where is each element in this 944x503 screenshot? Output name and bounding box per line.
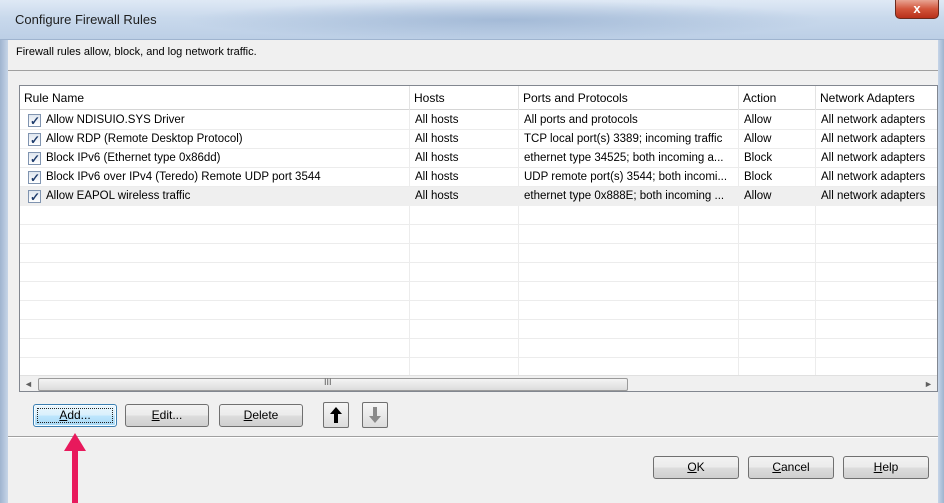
ok-button-accelerator: O (687, 460, 697, 474)
table-row[interactable]: Allow NDISUIO.SYS Driver All hosts All p… (20, 111, 937, 131)
rule-action: Block (744, 171, 773, 183)
close-button[interactable]: x (895, 0, 939, 19)
arrow-up-icon (329, 407, 343, 427)
row-divider (20, 281, 937, 282)
delete-button[interactable]: Delete (219, 404, 303, 427)
separator (8, 70, 938, 71)
rule-name: Allow NDISUIO.SYS Driver (46, 114, 185, 126)
rule-action: Allow (744, 114, 772, 126)
title-bar-glow (180, 0, 830, 40)
table-row[interactable]: Block IPv6 (Ethernet type 0x86dd) All ho… (20, 149, 937, 169)
scrollbar-grip: III (324, 377, 332, 387)
rules-grid[interactable]: Rule Name Hosts Ports and Protocols Acti… (19, 85, 938, 392)
rule-hosts: All hosts (415, 114, 459, 126)
arrow-down-icon (368, 407, 382, 427)
rule-name: Block IPv6 (Ethernet type 0x86dd) (46, 152, 221, 164)
add-button[interactable]: Add... (33, 404, 117, 427)
edit-button[interactable]: Edit... (125, 404, 209, 427)
help-button-label: elp (882, 460, 899, 474)
rule-action: Block (744, 152, 773, 164)
help-button[interactable]: Help (843, 456, 929, 479)
delete-button-accelerator: D (243, 408, 253, 422)
table-row[interactable]: Block IPv6 over IPv4 (Teredo) Remote UDP… (20, 168, 937, 188)
column-header-network-adapters[interactable]: Network Adapters (816, 86, 937, 110)
move-down-button[interactable] (362, 402, 388, 428)
window-frame-left (0, 40, 8, 503)
rule-adapters: All network adapters (821, 114, 926, 126)
move-up-button[interactable] (323, 402, 349, 428)
rule-adapters: All network adapters (821, 190, 926, 202)
scrollbar-thumb[interactable]: III (38, 377, 628, 391)
rule-ports: ethernet type 34525; both incoming a... (524, 152, 724, 164)
horizontal-scrollbar[interactable]: ◄ III ► (20, 375, 937, 391)
rule-adapters: All network adapters (821, 152, 926, 164)
cancel-button[interactable]: Cancel (748, 456, 834, 479)
column-header-hosts[interactable]: Hosts (410, 86, 519, 110)
rule-ports: UDP remote port(s) 3544; both incomi... (524, 171, 728, 183)
rule-enabled-checkbox[interactable] (28, 131, 41, 150)
annotation-arrow-icon (60, 433, 90, 503)
grid-header: Rule Name Hosts Ports and Protocols Acti… (20, 86, 937, 110)
rule-name: Block IPv6 over IPv4 (Teredo) Remote UDP… (46, 171, 321, 183)
focus-rectangle (37, 408, 113, 423)
title-bar[interactable]: Configure Firewall Rules x (0, 0, 944, 40)
rule-hosts: All hosts (415, 152, 459, 164)
column-header-ports[interactable]: Ports and Protocols (519, 86, 739, 110)
edit-button-label: dit... (159, 408, 183, 422)
scroll-left-icon[interactable]: ◄ (20, 376, 37, 391)
row-divider (20, 300, 937, 301)
column-header-rule-name[interactable]: Rule Name (20, 86, 410, 110)
delete-button-label: elete (252, 408, 279, 422)
row-divider (20, 243, 937, 244)
rule-hosts: All hosts (415, 190, 459, 202)
rule-action: Allow (744, 190, 772, 202)
rule-name: Allow EAPOL wireless traffic (46, 190, 191, 202)
row-divider (20, 262, 937, 263)
dialog-description: Firewall rules allow, block, and log net… (16, 46, 257, 58)
rule-ports: All ports and protocols (524, 114, 638, 126)
rule-ports: TCP local port(s) 3389; incoming traffic (524, 133, 723, 145)
ok-button-label: K (696, 460, 705, 474)
rule-enabled-checkbox[interactable] (28, 188, 41, 207)
rule-hosts: All hosts (415, 171, 459, 183)
rule-ports: ethernet type 0x888E; both incoming ... (524, 190, 725, 202)
table-row-selected[interactable]: Allow EAPOL wireless traffic All hosts e… (20, 187, 937, 207)
configure-firewall-rules-dialog: Configure Firewall Rules x Firewall rule… (0, 0, 944, 503)
rule-adapters: All network adapters (821, 171, 926, 183)
row-divider (20, 319, 937, 320)
rule-enabled-checkbox[interactable] (28, 150, 41, 169)
rule-enabled-checkbox[interactable] (28, 112, 41, 131)
edit-button-accelerator: E (151, 408, 160, 422)
close-icon: x (913, 1, 921, 16)
row-divider (20, 357, 937, 358)
separator-highlight (8, 437, 938, 438)
column-header-action[interactable]: Action (739, 86, 816, 110)
rule-enabled-checkbox[interactable] (28, 169, 41, 188)
rule-adapters: All network adapters (821, 133, 926, 145)
window-frame-right (938, 40, 944, 503)
rule-hosts: All hosts (415, 133, 459, 145)
scroll-right-icon[interactable]: ► (920, 376, 937, 391)
window-title: Configure Firewall Rules (15, 12, 157, 27)
row-divider (20, 224, 937, 225)
rule-action: Allow (744, 133, 772, 145)
cancel-button-label: ancel (780, 460, 810, 474)
table-row[interactable]: Allow RDP (Remote Desktop Protocol) All … (20, 130, 937, 150)
rule-name: Allow RDP (Remote Desktop Protocol) (46, 133, 243, 145)
ok-button[interactable]: OK (653, 456, 739, 479)
cancel-button-accelerator: C (772, 460, 781, 474)
row-divider (20, 338, 937, 339)
